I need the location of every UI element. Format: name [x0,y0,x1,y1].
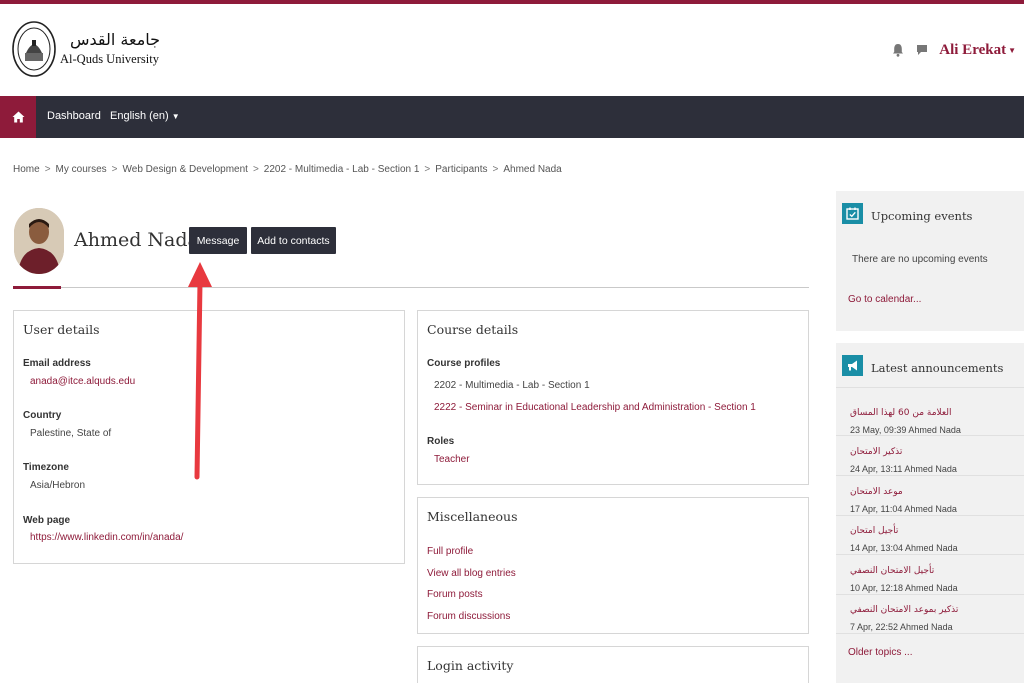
add-to-contacts-button[interactable]: Add to contacts [251,227,336,254]
announcement-item: العلامة من 60 لهذا المساق 23 May, 09:39 … [850,402,1024,435]
announcement-meta: 10 Apr, 12:18 Ahmed Nada [850,583,958,593]
webpage-link[interactable]: https://www.linkedin.com/in/anada/ [30,532,183,543]
login-activity-title: Login activity [427,658,514,673]
breadcrumb-course-category[interactable]: Web Design & Development [123,164,248,175]
country-value: Palestine, State of [30,428,112,439]
notifications-bell-icon[interactable] [891,43,905,57]
announcement-link[interactable]: العلامة من 60 لهذا المساق [850,408,952,418]
announcement-megaphone-icon [842,355,863,376]
go-to-calendar-link[interactable]: Go to calendar... [848,294,921,305]
breadcrumb-separator-icon: > [111,164,118,175]
announcement-item: موعد الامتحان 17 Apr, 11:04 Ahmed Nada [850,481,1024,514]
breadcrumb-current: Ahmed Nada [503,164,562,175]
home-icon [12,111,24,123]
email-label: Email address [23,358,91,369]
university-name-arabic: جامعة القدس [70,30,161,49]
announcement-item: تأجيل الامتحان النصفي 10 Apr, 12:18 Ahme… [850,560,1024,593]
announcement-divider [836,515,1024,516]
announcement-link[interactable]: موعد الامتحان [850,487,903,497]
course-profile-link[interactable]: 2222 - Seminar in Educational Leadership… [434,402,756,413]
miscellaneous-card: Miscellaneous Full profile View all blog… [417,497,809,634]
forum-posts-link[interactable]: Forum posts [427,589,483,600]
announcement-meta: 23 May, 09:39 Ahmed Nada [850,425,961,435]
breadcrumb-participants[interactable]: Participants [435,164,487,175]
course-details-card: Course details Course profiles 2202 - Mu… [417,310,809,485]
announcement-divider [836,475,1024,476]
no-events-text: There are no upcoming events [852,254,988,265]
breadcrumb-home[interactable]: Home [13,164,40,175]
user-menu-area: Ali Erekat ▼ [891,40,1016,60]
role-link[interactable]: Teacher [434,454,470,465]
blog-entries-link[interactable]: View all blog entries [427,568,516,579]
announcement-divider [836,387,1024,388]
login-activity-card: Login activity [417,646,809,683]
full-profile-link[interactable]: Full profile [427,546,473,557]
country-label: Country [23,410,62,421]
upcoming-events-title: Upcoming events [871,209,973,223]
messages-chat-icon[interactable] [915,43,929,57]
profile-tab-divider [13,287,809,288]
latest-announcements-block: Latest announcements العلامة من 60 لهذا … [836,343,1024,683]
user-menu-name[interactable]: Ali Erekat [939,42,1006,59]
email-link[interactable]: anada@itce.alquds.edu [30,376,135,387]
announcement-link[interactable]: تأجيل الامتحان النصفي [850,566,934,576]
university-name-english: Al-Quds University [60,52,159,66]
announcement-item: تأجيل امتحان 14 Apr, 13:04 Ahmed Nada [850,520,1024,553]
timezone-label: Timezone [23,462,69,473]
profile-tab-active-indicator [13,286,61,289]
announcement-link[interactable]: تذكير بموعد الامتحان النصفي [850,605,958,615]
breadcrumb-separator-icon: > [44,164,51,175]
announcement-link[interactable]: تذكير الامتحان [850,447,902,457]
announcement-divider [836,554,1024,555]
course-details-title: Course details [427,322,519,337]
language-label: English (en) [110,110,169,122]
upcoming-events-block: Upcoming events There are no upcoming ev… [836,191,1024,331]
timezone-value: Asia/Hebron [30,480,86,491]
announcement-divider [836,633,1024,634]
avatar [14,208,64,274]
breadcrumb-separator-icon: > [424,164,431,175]
user-details-title: User details [23,322,100,337]
forum-discussions-link[interactable]: Forum discussions [427,611,510,622]
profile-name: Ahmed Nada [74,229,199,251]
message-button[interactable]: Message [189,227,247,254]
announcement-meta: 24 Apr, 13:11 Ahmed Nada [850,464,957,474]
announcement-meta: 7 Apr, 22:52 Ahmed Nada [850,622,953,632]
latest-announcements-title: Latest announcements [871,361,1004,375]
breadcrumb-separator-icon: > [252,164,259,175]
breadcrumb: Home > My courses > Web Design & Developme… [13,164,562,175]
calendar-icon [842,203,863,224]
university-seal-icon [12,21,56,77]
miscellaneous-title: Miscellaneous [427,509,518,524]
breadcrumb-my-courses[interactable]: My courses [56,164,107,175]
breadcrumb-separator-icon: > [492,164,499,175]
roles-label: Roles [427,436,455,447]
announcement-divider [836,435,1024,436]
older-topics-link[interactable]: Older topics ... [848,647,912,658]
home-button[interactable] [0,96,36,138]
announcement-divider [836,594,1024,595]
announcement-meta: 14 Apr, 13:04 Ahmed Nada [850,543,958,553]
announcement-link[interactable]: تأجيل امتحان [850,526,898,536]
webpage-label: Web page [23,515,71,526]
language-menu[interactable]: English (en) ▼ [110,110,180,122]
breadcrumb-course[interactable]: 2202 - Multimedia - Lab - Section 1 [264,164,420,175]
announcement-item: تذكير الامتحان 24 Apr, 13:11 Ahmed Nada [850,441,1024,474]
university-logo[interactable]: جامعة القدس Al-Quds University [12,20,160,84]
nav-dashboard-link[interactable]: Dashboard [47,110,101,122]
site-header: جامعة القدس Al-Quds University Ali Ereka… [0,4,1024,96]
user-details-card: User details Email address anada@itce.al… [13,310,405,564]
chevron-down-icon[interactable]: ▼ [1008,46,1016,55]
profile-photo [14,208,64,274]
announcement-meta: 17 Apr, 11:04 Ahmed Nada [850,504,957,514]
course-profile-item: 2202 - Multimedia - Lab - Section 1 [434,380,590,391]
caret-down-icon: ▼ [171,112,180,121]
announcement-item: تذكير بموعد الامتحان النصفي 7 Apr, 22:52… [850,599,1024,632]
course-profiles-label: Course profiles [427,358,501,369]
navbar: Dashboard English (en) ▼ [0,96,1024,138]
